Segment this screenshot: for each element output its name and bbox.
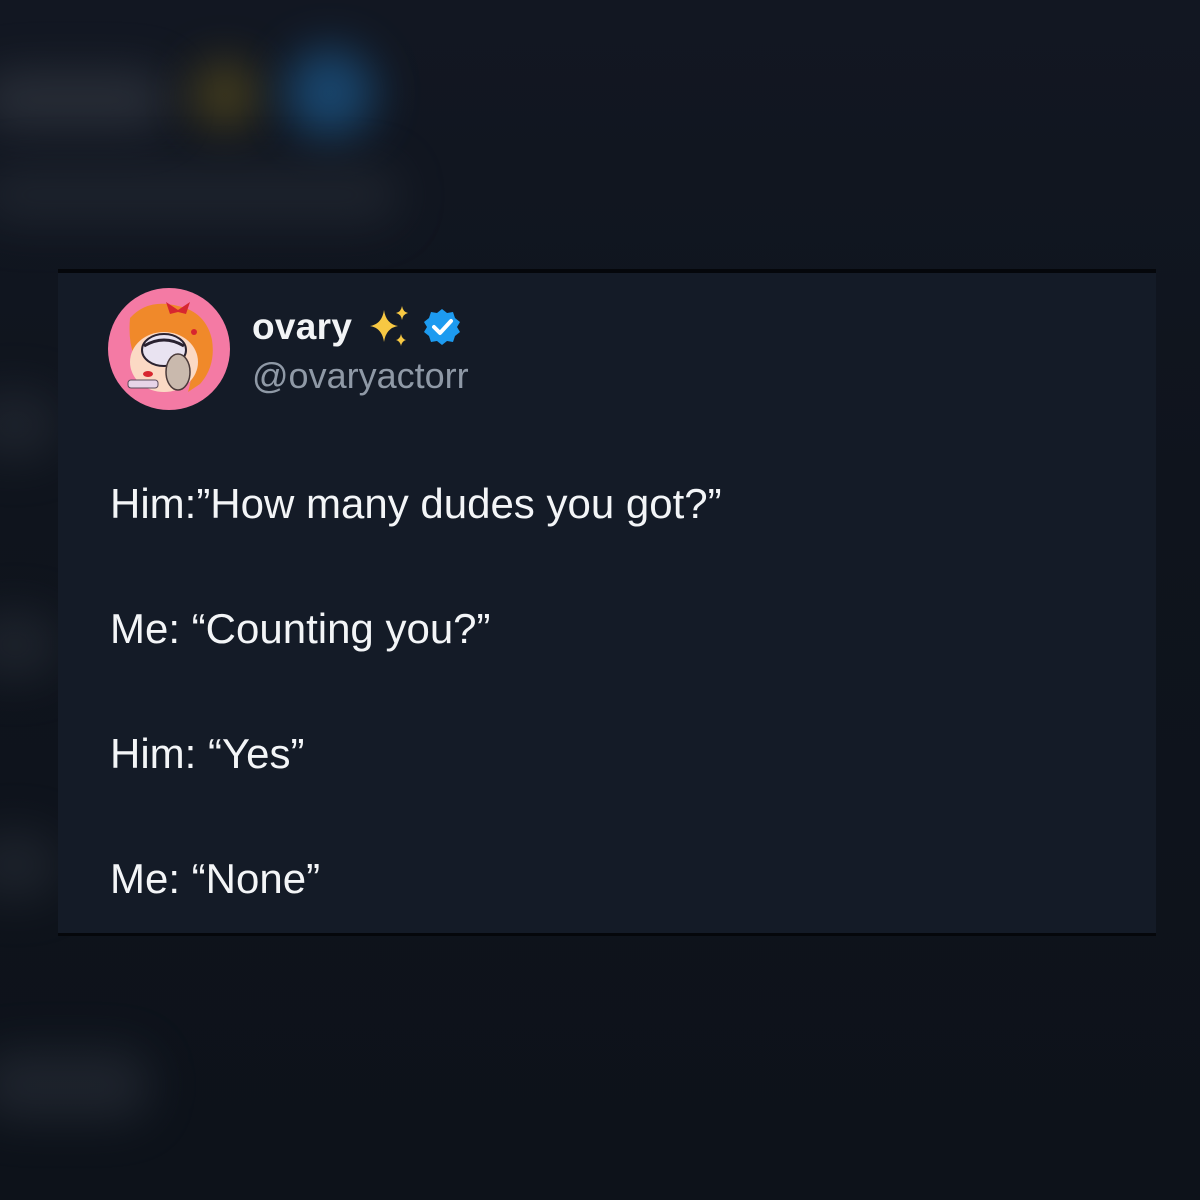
tweet-text-line: Me: “Counting you?” <box>110 605 491 652</box>
tweet-header: ovary @ovaryactorr <box>108 287 469 411</box>
display-name[interactable]: ovary <box>252 306 352 348</box>
avatar[interactable] <box>108 288 230 410</box>
blurred-background-shape <box>0 830 60 900</box>
tweet-text: Him:”How many dudes you got?” Me: “Count… <box>110 479 1110 979</box>
screenshot-canvas: ovary @ovaryactorr Him:”How many dudes y… <box>0 0 1200 1200</box>
user-handle[interactable]: @ovaryactorr <box>252 355 469 397</box>
tweet-card: ovary @ovaryactorr Him:”How many dudes y… <box>58 269 1156 936</box>
tweet-text-line: Him: “Yes” <box>110 730 305 777</box>
blurred-background-shape <box>0 1050 150 1120</box>
user-info: ovary @ovaryactorr <box>252 301 469 397</box>
blurred-background-shape <box>0 165 400 225</box>
blurred-background-shape <box>190 60 260 130</box>
blurred-background-shape <box>0 390 60 460</box>
blurred-background-shape <box>0 610 60 680</box>
avatar-illustration <box>127 302 213 392</box>
sparkles-icon <box>370 306 409 346</box>
name-row: ovary <box>252 301 469 353</box>
tweet-text-line: Me: “None” <box>110 855 321 902</box>
verified-icon <box>424 309 461 345</box>
blurred-background-shape <box>285 48 375 138</box>
blurred-background-shape <box>0 70 170 130</box>
tweet-text-line: Him:”How many dudes you got?” <box>110 480 722 527</box>
